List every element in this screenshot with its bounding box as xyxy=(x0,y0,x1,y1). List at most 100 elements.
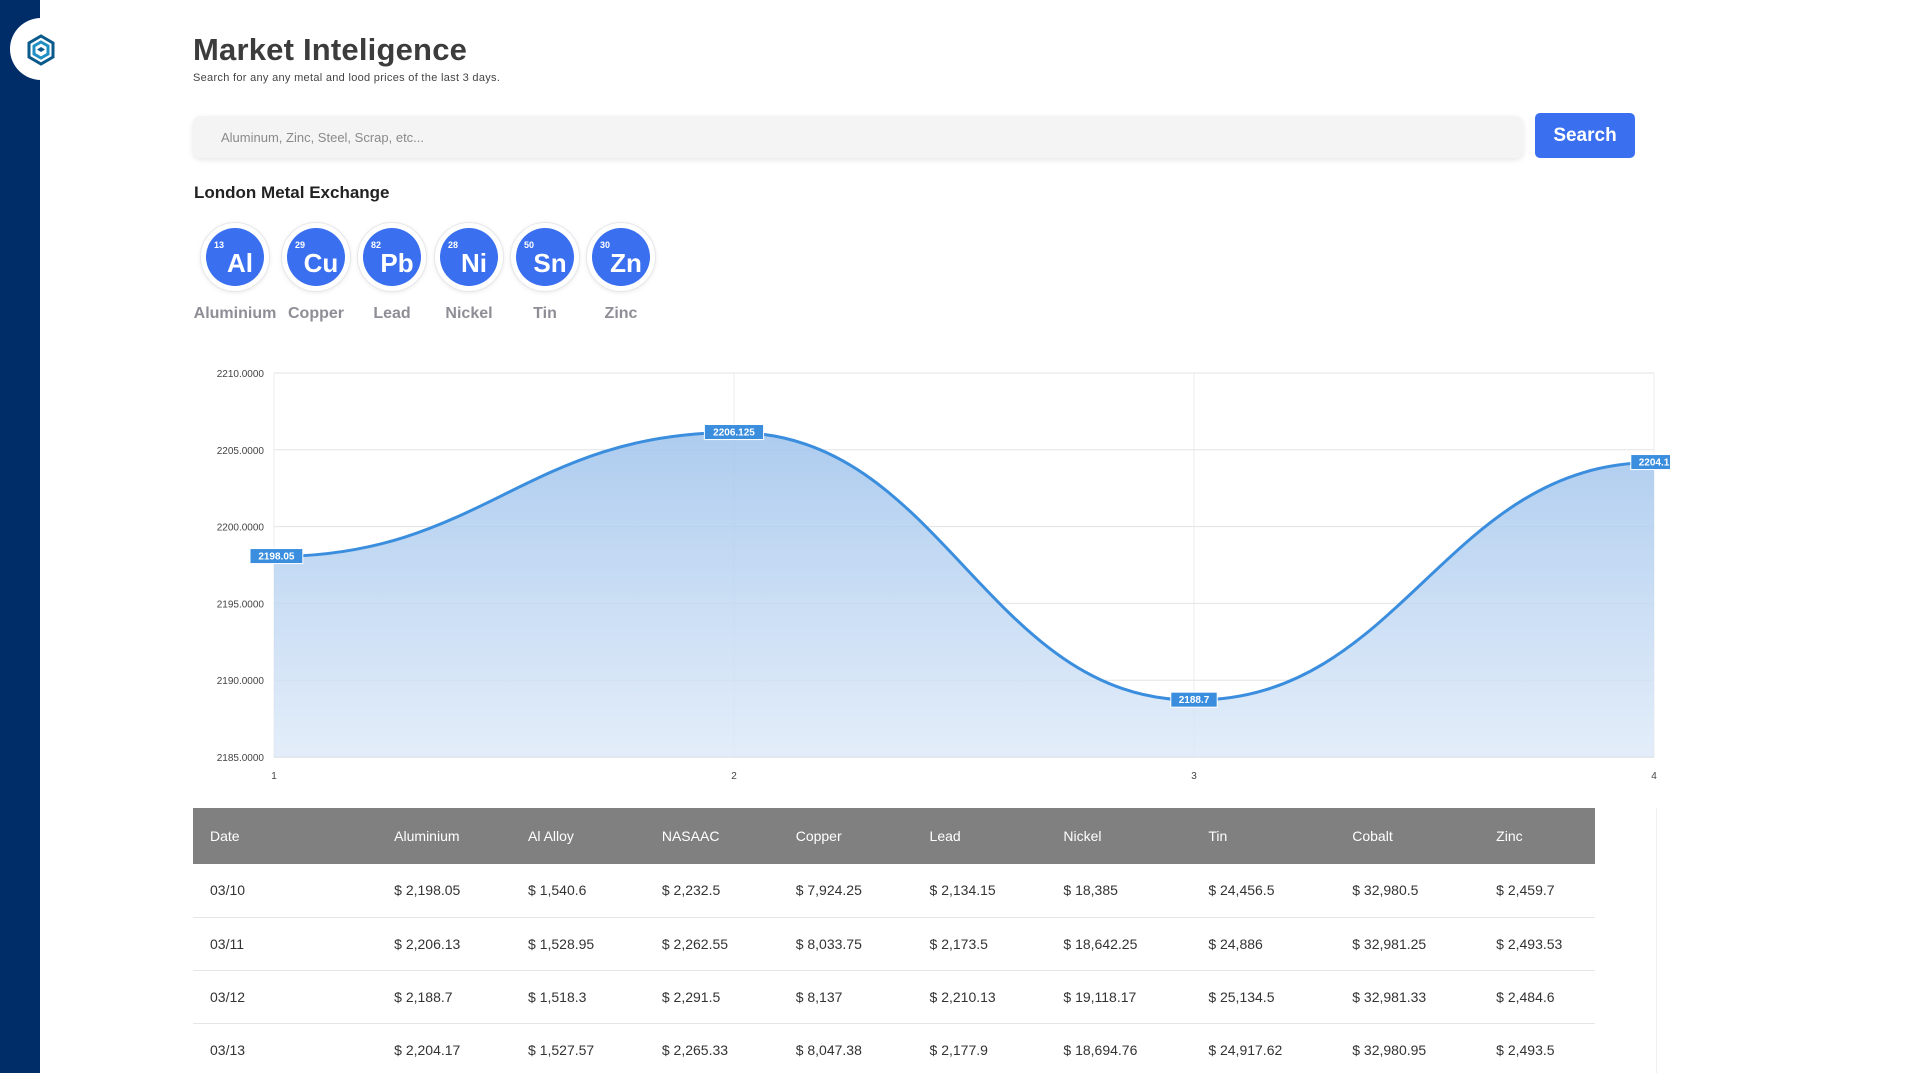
element-symbol: Al xyxy=(227,248,253,278)
x-tick-label: 4 xyxy=(1651,771,1657,782)
table-cell: 03/12 xyxy=(193,970,378,1024)
table-header-row: Date Aluminium Al Alloy NASAAC Copper Le… xyxy=(193,808,1595,864)
table-cell: $ 1,540.6 xyxy=(511,864,645,918)
element-symbol: Cu xyxy=(303,248,339,278)
table-cell: $ 24,456.5 xyxy=(1191,864,1336,918)
app-logo[interactable] xyxy=(10,18,72,80)
element-name: Zinc xyxy=(604,305,638,322)
y-tick-label: 2200.0000 xyxy=(217,523,265,534)
table-cell: $ 32,980.95 xyxy=(1335,1023,1480,1073)
element-aluminium[interactable]: 13 Al Aluminium xyxy=(193,222,277,323)
table-row: 03/12 $ 2,188.7 $ 1,518.3 $ 2,291.5 $ 8,… xyxy=(193,970,1595,1024)
table-cell: $ 2,291.5 xyxy=(644,970,779,1024)
table-cell: $ 2,177.9 xyxy=(912,1023,1047,1073)
column-header-zinc: Zinc xyxy=(1496,828,1523,844)
column-header-nasaac: NASAAC xyxy=(661,828,720,844)
table-cell: $ 25,134.5 xyxy=(1191,970,1336,1024)
element-zinc[interactable]: 30 Zn Zinc xyxy=(579,222,663,323)
table-cell: $ 8,047.38 xyxy=(778,1023,913,1073)
element-badge: 28 Ni xyxy=(434,222,504,292)
element-badge: 50 Sn xyxy=(510,222,580,292)
y-tick-label: 2185.0000 xyxy=(217,753,265,764)
element-badge: 13 Al xyxy=(200,222,270,292)
table-cell: $ 2,493.5 xyxy=(1479,1023,1595,1073)
table-cell: 03/10 xyxy=(193,864,378,918)
table-row: 03/10 $ 2,198.05 $ 1,540.6 $ 2,232.5 $ 7… xyxy=(193,864,1595,918)
table-cell: 03/11 xyxy=(193,917,378,971)
data-label: 2206.125 xyxy=(713,428,755,439)
table-cell: $ 1,528.95 xyxy=(511,917,645,971)
page-title: Market Inteligence xyxy=(193,32,468,67)
column-header-copper: Copper xyxy=(795,828,842,844)
table-cell: 03/13 xyxy=(193,1023,378,1073)
table-row: 03/13 $ 2,204.17 $ 1,527.57 $ 2,265.33 $… xyxy=(193,1023,1595,1073)
column-header-al-alloy: Al Alloy xyxy=(528,828,574,844)
table-cell: $ 2,459.7 xyxy=(1479,864,1595,918)
table-cell: $ 2,204.17 xyxy=(377,1023,512,1073)
table-cell: $ 24,886 xyxy=(1191,917,1336,971)
section-title: London Metal Exchange xyxy=(194,183,390,202)
element-tin[interactable]: 50 Sn Tin xyxy=(503,222,587,323)
sidebar xyxy=(0,0,40,1073)
element-symbol: Sn xyxy=(533,248,567,278)
x-tick-label: 1 xyxy=(271,771,277,782)
table-cell: $ 18,642.25 xyxy=(1046,917,1192,971)
element-symbol: Zn xyxy=(610,248,642,278)
table-cell: $ 2,198.05 xyxy=(377,864,512,918)
column-header-aluminium: Aluminium xyxy=(394,828,460,844)
series-area xyxy=(274,432,1654,757)
column-header-nickel: Nickel xyxy=(1063,828,1102,844)
y-tick-label: 2195.0000 xyxy=(217,599,265,610)
y-tick-label: 2190.0000 xyxy=(217,676,265,687)
table-cell: $ 2,206.13 xyxy=(377,917,512,971)
element-badge: 29 Cu xyxy=(281,222,351,292)
element-lead[interactable]: 82 Pb Lead xyxy=(350,222,434,323)
element-copper[interactable]: 29 Cu Copper xyxy=(274,222,358,323)
column-header-cobalt: Cobalt xyxy=(1352,828,1393,844)
table-cell: $ 18,385 xyxy=(1046,864,1192,918)
column-header-date: Date xyxy=(210,828,240,844)
y-tick-label: 2205.0000 xyxy=(217,446,265,457)
search-input[interactable] xyxy=(193,116,1523,158)
table-cell: $ 7,924.25 xyxy=(778,864,913,918)
table-cell: $ 2,173.5 xyxy=(912,917,1047,971)
table-cell: $ 2,484.6 xyxy=(1479,970,1595,1024)
hexagon-logo-icon xyxy=(27,34,55,66)
element-name: Nickel xyxy=(445,305,493,322)
table-cell: $ 2,134.15 xyxy=(912,864,1047,918)
table-cell: $ 32,981.25 xyxy=(1335,917,1480,971)
table-cell: $ 8,137 xyxy=(778,970,913,1024)
y-tick-label: 2210.0000 xyxy=(217,369,265,380)
element-badge: 30 Zn xyxy=(586,222,656,292)
table-cell: $ 2,493.53 xyxy=(1479,917,1595,971)
table-cell: $ 18,694.76 xyxy=(1046,1023,1192,1073)
element-name: Lead xyxy=(373,305,411,322)
column-header-lead: Lead xyxy=(929,828,961,844)
element-name: Aluminium xyxy=(193,305,277,322)
table-cell: $ 2,232.5 xyxy=(644,864,779,918)
table-cell: $ 2,210.13 xyxy=(912,970,1047,1024)
element-name: Copper xyxy=(288,305,344,322)
table-cell: $ 2,265.33 xyxy=(644,1023,779,1073)
data-label: 2198.05 xyxy=(258,552,295,563)
table-row: 03/11 $ 2,206.13 $ 1,528.95 $ 2,262.55 $… xyxy=(193,917,1595,971)
table-cell: $ 1,527.57 xyxy=(511,1023,645,1073)
element-name: Tin xyxy=(533,305,557,322)
element-symbol: Pb xyxy=(380,248,414,278)
price-table: Date Aluminium Al Alloy NASAAC Copper Le… xyxy=(193,808,1595,1073)
table-cell: $ 1,518.3 xyxy=(511,970,645,1024)
table-cell: $ 32,981.33 xyxy=(1335,970,1480,1024)
page-subtitle: Search for any any metal and lood prices… xyxy=(193,72,501,84)
table-cell: $ 19,118.17 xyxy=(1046,970,1192,1024)
x-tick-label: 2 xyxy=(731,771,737,782)
element-badge: 82 Pb xyxy=(357,222,427,292)
element-nickel[interactable]: 28 Ni Nickel xyxy=(427,222,511,323)
search-button[interactable]: Search xyxy=(1535,113,1635,158)
table-cell: $ 8,033.75 xyxy=(778,917,913,971)
price-chart: 2210.0000 2205.0000 2200.0000 2195.0000 2190… xyxy=(217,369,1670,782)
table-cell: $ 2,262.55 xyxy=(644,917,779,971)
price-table-container: Date Aluminium Al Alloy NASAAC Copper Le… xyxy=(193,808,1657,1073)
element-symbol: Ni xyxy=(461,248,487,278)
table-cell: $ 2,188.7 xyxy=(377,970,512,1024)
x-tick-label: 3 xyxy=(1191,771,1197,782)
